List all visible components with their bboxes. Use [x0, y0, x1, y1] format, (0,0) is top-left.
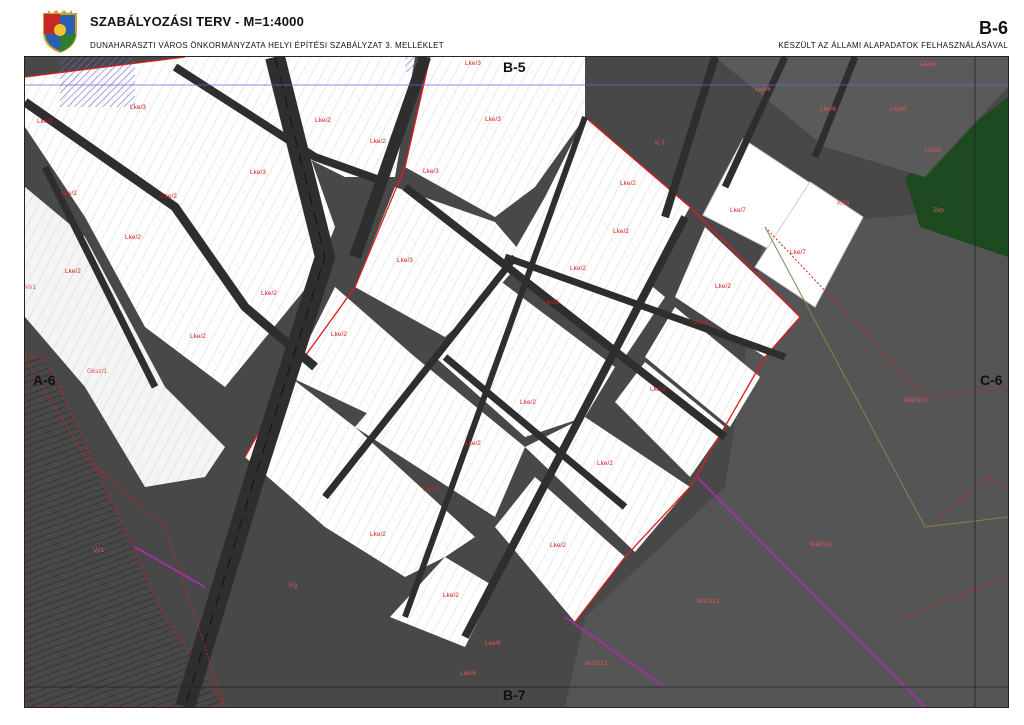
neighbor-sheet-north[interactable]: B-5: [503, 59, 526, 75]
zone-label: Lke/2: [443, 592, 459, 599]
source-note: KÉSZÜLT AZ ÁLLAMI ALAPADATOK FELHASZNÁLÁ…: [778, 41, 1008, 50]
zone-label: Lke/2: [315, 117, 331, 124]
neighbor-sheet-west[interactable]: A-6: [33, 372, 56, 388]
zone-label: Lke/3: [130, 104, 146, 111]
zone-label: Lke/2: [550, 542, 566, 549]
zone-label: Lke/7: [730, 207, 746, 214]
zone-label: Lke/3: [250, 169, 266, 176]
zone-label: Lke/2: [423, 486, 439, 493]
zone-label: Lke/2: [125, 234, 141, 241]
zone-label: Lke/2: [61, 190, 77, 197]
zone-label: Lke/2: [543, 299, 559, 306]
zone-label: Eg: [289, 582, 297, 589]
zone-label: Lke/6: [755, 86, 771, 93]
sheet-code: B-6: [978, 18, 1008, 38]
zone-label: Má/Sz1: [905, 397, 927, 404]
zone-label: Lke/6: [890, 106, 906, 113]
zone-label: Lke/2: [715, 283, 731, 290]
zone-label: Lke/2: [370, 531, 386, 538]
zone-label: Lke/2: [520, 399, 536, 406]
zone-label: Lke/2: [570, 265, 586, 272]
zone-label: Lke/2: [597, 460, 613, 467]
zoning-map: Lke/3 Lke/2 Lke/2 Lke/2 Lke/3 Lke/3 Lke/…: [24, 56, 1009, 708]
zone-label: Zkp: [933, 207, 944, 214]
zone-label: Gksz/1: [87, 368, 108, 375]
plan-title: SZABÁLYOZÁSI TERV - M=1:4000: [90, 14, 305, 29]
zone-label: Má/Sz1: [585, 660, 607, 667]
zone-label: Lke/7: [790, 249, 806, 256]
zone-label: Má/Sz1: [697, 598, 719, 605]
zone-label: Lke/2: [465, 440, 481, 447]
zone-label: Lke/2: [261, 290, 277, 297]
zone-label: Lke/3: [465, 60, 481, 67]
zone-label: Lke/2: [331, 331, 347, 338]
zone-label: Má/Sz1: [810, 541, 832, 548]
zone-label: Lke/6: [920, 61, 936, 68]
zone-label: Lke/6: [925, 147, 941, 154]
zone-label: K-T: [655, 140, 666, 147]
neighbor-sheet-south[interactable]: B-7: [503, 687, 526, 703]
header: SZABÁLYOZÁSI TERV - M=1:4000 DUNAHARASZT…: [0, 0, 1024, 56]
zone-label: Lke/2: [613, 228, 629, 235]
zone-label: Lke/2: [620, 180, 636, 187]
neighbor-sheet-east[interactable]: C-6: [980, 372, 1003, 388]
zone-label: Lke/2: [693, 319, 709, 326]
plan-subtitle: DUNAHARASZTI VÁROS ÖNKORMÁNYZATA HELYI É…: [90, 41, 444, 50]
zone-label: Lke/2: [161, 193, 177, 200]
zone-label: Lke/2: [65, 268, 81, 275]
zone-label: Lke/6: [820, 106, 836, 113]
zone-label: Vi/1: [25, 284, 36, 291]
zone-label: Lke/3: [397, 257, 413, 264]
zone-label: Vi/1: [93, 547, 104, 554]
map-canvas: Lke/3 Lke/2 Lke/2 Lke/2 Lke/3 Lke/3 Lke/…: [25, 57, 1008, 707]
city-crest-icon: [43, 10, 77, 54]
zone-label: Lke/2: [190, 333, 206, 340]
zone-label: Lke/2: [37, 118, 53, 125]
zone-label: Lke/2: [650, 386, 666, 393]
zone-label: Lke/6: [460, 670, 476, 677]
zone-label: Lke/3: [485, 116, 501, 123]
zone-label: Lke/6: [485, 640, 501, 647]
zone-label: Lke/2: [370, 138, 386, 145]
zone-label: KKö: [837, 200, 850, 207]
zone-label: Lke/3: [423, 168, 439, 175]
